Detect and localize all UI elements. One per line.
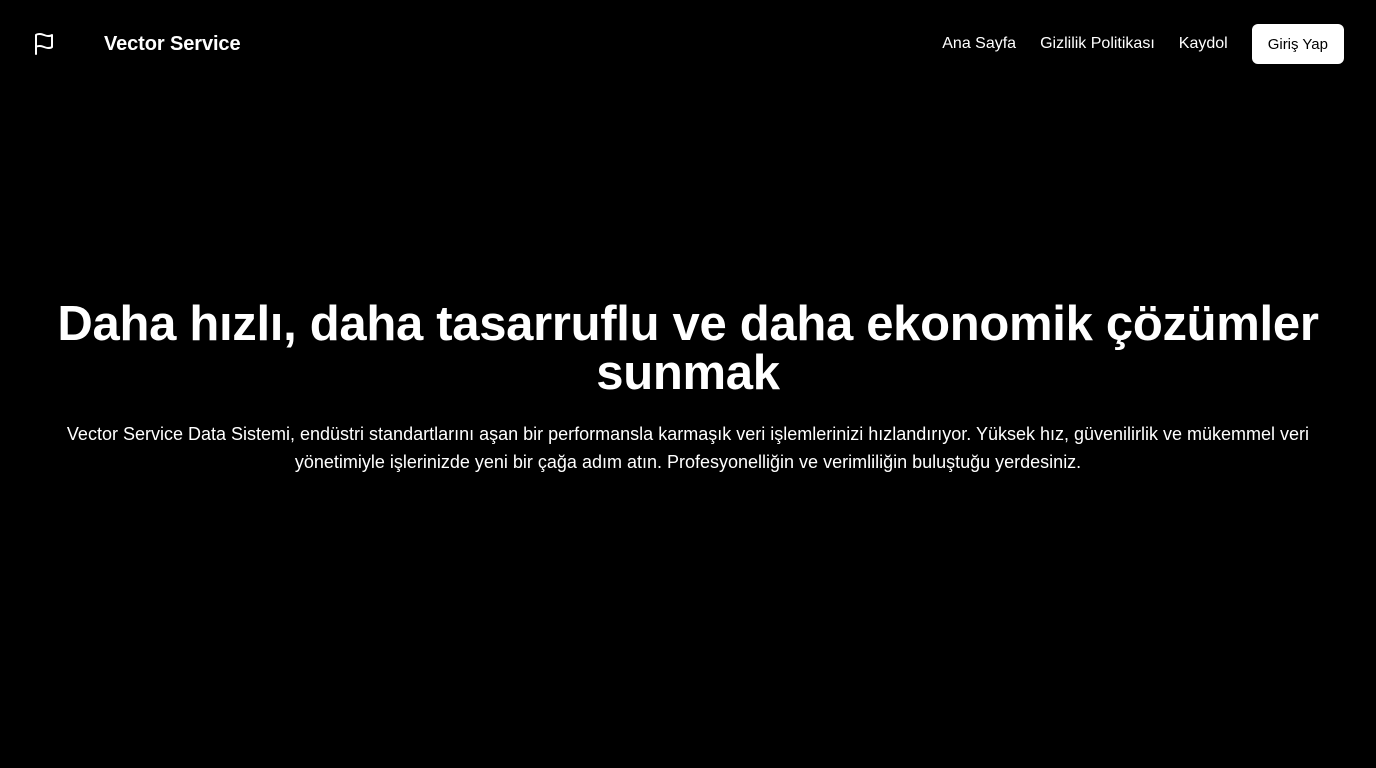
- hero-section: Daha hızlı, daha tasarruflu ve daha ekon…: [0, 300, 1376, 476]
- flag-icon: [32, 32, 56, 56]
- site-header: Vector Service Ana Sayfa Gizlilik Politi…: [0, 0, 1376, 88]
- main-nav: Ana Sayfa Gizlilik Politikası Kaydol Gir…: [942, 24, 1344, 64]
- hero-title: Daha hızlı, daha tasarruflu ve daha ekon…: [57, 297, 1319, 400]
- hero-subtitle: Vector Service Data Sistemi, endüstri st…: [66, 424, 1310, 472]
- nav-register-link[interactable]: Kaydol: [1179, 35, 1228, 53]
- landing-page: Vector Service Ana Sayfa Gizlilik Politi…: [0, 0, 1376, 768]
- login-button[interactable]: Giriş Yap: [1251, 24, 1344, 64]
- nav-home-link[interactable]: Ana Sayfa: [942, 35, 1016, 53]
- brand-link[interactable]: Vector Service: [32, 32, 241, 56]
- nav-privacy-link[interactable]: Gizlilik Politikası: [1040, 35, 1155, 53]
- brand-name: Vector Service: [104, 32, 241, 55]
